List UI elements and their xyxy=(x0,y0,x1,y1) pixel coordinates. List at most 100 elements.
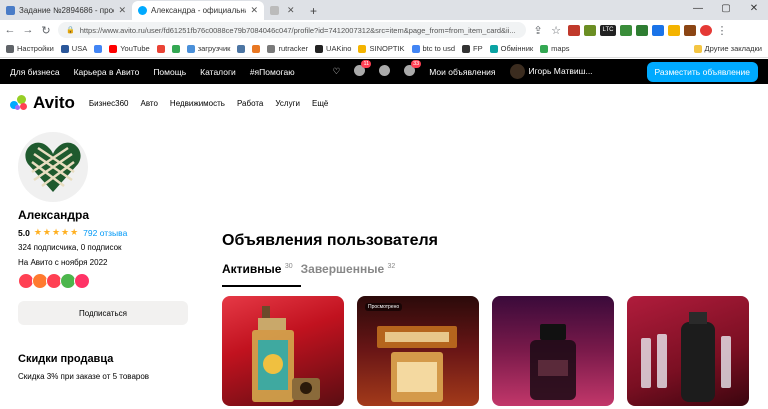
nav-catalogs[interactable]: Каталоги xyxy=(200,67,236,77)
listings-section: Объявления пользователя Активные 30 Заве… xyxy=(222,232,752,406)
avito-logo-icon xyxy=(10,95,29,111)
site-top-nav: Для бизнеса Карьера в Авито Помощь Катал… xyxy=(0,59,768,84)
notifications-badge: 11 xyxy=(361,60,372,68)
extension-icon[interactable] xyxy=(652,24,664,36)
page-title: Объявления пользователя xyxy=(222,232,438,249)
reload-icon[interactable]: ↻ xyxy=(40,24,52,37)
member-since: На Авито с ноября 2022 xyxy=(18,258,108,267)
badge-icon[interactable] xyxy=(74,273,90,289)
subscribe-button[interactable]: Подписаться xyxy=(18,301,188,325)
user-menu[interactable]: Игорь Матвиш... xyxy=(509,64,593,79)
nav-help[interactable]: Помощь xyxy=(153,67,186,77)
category-more[interactable]: Ещё xyxy=(312,99,328,108)
profile-icon[interactable] xyxy=(700,24,712,36)
category-auto[interactable]: Авто xyxy=(140,99,157,108)
category-jobs[interactable]: Работа xyxy=(237,99,263,108)
browser-tab-1[interactable]: Задание №2894686 - просмотр ✕ xyxy=(0,1,132,20)
subscribers-info: 324 подписчика, 0 подписок xyxy=(18,243,122,252)
messages-icon[interactable] xyxy=(379,65,391,78)
forward-icon[interactable]: → xyxy=(22,24,34,36)
bookmark-icon xyxy=(462,44,471,53)
google-icon xyxy=(411,44,420,53)
bookmark-item[interactable] xyxy=(156,44,165,53)
my-ads-link[interactable]: Мои объявления xyxy=(429,67,495,77)
bookmark-item[interactable]: btc to usd xyxy=(411,44,455,53)
nav-help-hashtag[interactable]: #яПомогаю xyxy=(250,67,295,77)
perfume-image xyxy=(252,306,320,402)
cart-icon[interactable]: 33 xyxy=(404,60,422,78)
maximize-icon[interactable]: ▢ xyxy=(712,0,740,18)
bookmark-item[interactable]: SINOPTIK xyxy=(358,44,405,53)
minimize-icon[interactable]: — xyxy=(684,0,712,18)
seller-badges xyxy=(18,273,198,289)
browser-tab-3[interactable]: ✕ xyxy=(264,1,304,20)
back-icon[interactable]: ← xyxy=(4,24,16,36)
category-business360[interactable]: Бизнес360 xyxy=(89,99,129,108)
listing-card[interactable] xyxy=(627,296,749,406)
extension-ltc-icon[interactable]: LTC xyxy=(600,24,616,36)
perfume-image xyxy=(641,312,731,402)
download-icon xyxy=(186,44,195,53)
bookmark-icon xyxy=(252,44,261,53)
listing-card[interactable]: Просмотрено xyxy=(357,296,479,406)
close-tab-icon[interactable]: ✕ xyxy=(250,5,258,16)
rutracker-icon xyxy=(267,44,276,53)
browser-tab-bar: Задание №2894686 - просмотр ✕ Александра… xyxy=(0,0,768,20)
bookmark-item[interactable]: USA xyxy=(60,44,87,53)
bookmark-item[interactable]: загрузчик xyxy=(186,44,230,53)
bookmark-item[interactable]: Настройки xyxy=(6,44,54,53)
bookmark-item[interactable] xyxy=(94,44,103,53)
nav-career[interactable]: Карьера в Авито xyxy=(74,67,140,77)
nav-business[interactable]: Для бизнеса xyxy=(10,67,60,77)
close-tab-icon[interactable]: ✕ xyxy=(118,5,126,16)
bookmark-item[interactable]: UAKino xyxy=(315,44,351,53)
extension-icon[interactable] xyxy=(636,24,648,36)
seller-rating: 5.0 ★★★★★ 792 отзыва xyxy=(18,227,198,238)
tab-finished[interactable]: Завершенные 32 xyxy=(301,262,396,276)
close-tab-icon[interactable]: ✕ xyxy=(287,5,295,16)
extension-icon[interactable] xyxy=(620,24,632,36)
bookmark-item[interactable] xyxy=(237,44,246,53)
favorites-icon[interactable]: ♡ xyxy=(333,66,341,77)
extension-icon[interactable] xyxy=(568,24,580,36)
listing-card[interactable] xyxy=(222,296,344,406)
discounts-title: Скидки продавца xyxy=(18,353,114,365)
listing-card[interactable] xyxy=(492,296,614,406)
bookmark-item[interactable]: Обмінник xyxy=(489,44,533,53)
bookmark-item[interactable]: maps xyxy=(540,44,570,53)
close-window-icon[interactable]: ✕ xyxy=(740,0,768,18)
extension-icon[interactable] xyxy=(584,24,596,36)
menu-icon[interactable]: ⋮ xyxy=(716,24,728,37)
url-field[interactable]: 🔒 https://www.avito.ru/user/fd61251fb76c… xyxy=(58,22,526,38)
seller-profile: Александра 5.0 ★★★★★ 792 отзыва 324 подп… xyxy=(18,132,198,381)
listings-tabs: Активные 30 Завершенные 32 xyxy=(222,262,752,276)
new-tab-button[interactable]: + xyxy=(304,4,323,20)
address-bar-row: ← → ↻ 🔒 https://www.avito.ru/user/fd6125… xyxy=(0,20,768,40)
browser-tab-2[interactable]: Александра - официальная стра ✕ xyxy=(132,1,264,20)
post-ad-button[interactable]: Разместить объявление xyxy=(646,61,758,82)
bookmark-item[interactable] xyxy=(171,44,180,53)
notifications-icon[interactable]: 11 xyxy=(354,60,372,78)
share-icon[interactable]: ⇪ xyxy=(532,24,544,37)
tab-favicon-icon xyxy=(270,6,279,15)
bookmark-item[interactable]: FP xyxy=(462,44,483,53)
extension-icon[interactable] xyxy=(668,24,680,36)
other-bookmarks[interactable]: Другие закладки xyxy=(693,44,762,53)
bookmark-item[interactable]: rutracker xyxy=(267,44,308,53)
cart-badge: 33 xyxy=(411,60,422,68)
extension-icon[interactable] xyxy=(684,24,696,36)
category-realty[interactable]: Недвижимость xyxy=(170,99,225,108)
bookmark-star-icon[interactable]: ☆ xyxy=(550,24,562,37)
heart-pattern-icon xyxy=(25,142,81,192)
discounts-text: Скидка 3% при заказе от 5 товаров xyxy=(18,372,150,381)
gear-icon xyxy=(6,44,14,53)
category-services[interactable]: Услуги xyxy=(275,99,300,108)
tab-active[interactable]: Активные 30 xyxy=(222,262,293,276)
google-icon xyxy=(94,44,103,53)
reviews-link[interactable]: 792 отзыва xyxy=(83,228,127,238)
bookmark-item[interactable] xyxy=(252,44,261,53)
tab-title: Александра - официальная стра xyxy=(151,6,246,15)
avito-logo[interactable]: Avito xyxy=(10,93,75,113)
bookmark-item[interactable]: YouTube xyxy=(109,44,150,53)
maps-icon xyxy=(540,44,549,53)
